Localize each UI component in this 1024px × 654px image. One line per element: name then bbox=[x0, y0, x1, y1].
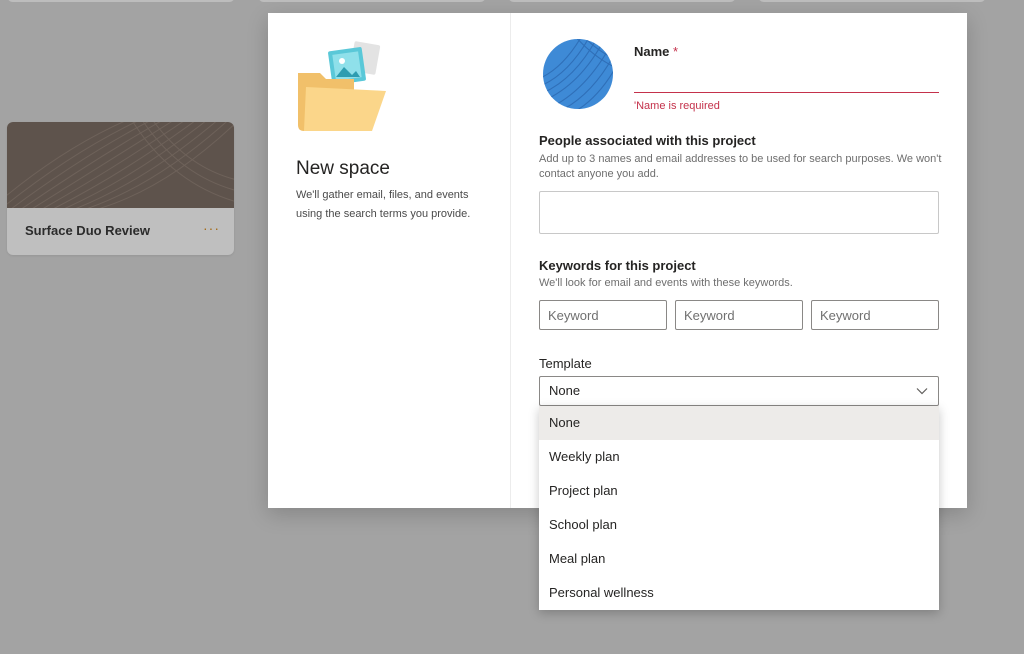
card-cover-image bbox=[7, 122, 234, 208]
keywords-help-text: We'll look for email and events with the… bbox=[539, 277, 793, 289]
background-card-top bbox=[508, 0, 736, 2]
people-help-text: Add up to 3 names and email addresses to… bbox=[539, 153, 942, 180]
space-avatar[interactable] bbox=[543, 39, 613, 109]
template-option-school-plan[interactable]: School plan bbox=[539, 508, 939, 542]
more-dots-icon[interactable]: ··· bbox=[203, 220, 220, 236]
template-option-project-plan[interactable]: Project plan bbox=[539, 474, 939, 508]
chevron-down-icon bbox=[916, 388, 928, 395]
folder-with-photo-icon bbox=[294, 39, 390, 135]
people-label: People associated with this project bbox=[539, 133, 756, 148]
people-input[interactable] bbox=[539, 191, 939, 234]
background-card-top bbox=[758, 0, 986, 2]
template-option-meal-plan[interactable]: Meal plan bbox=[539, 542, 939, 576]
keyword-input-1[interactable] bbox=[539, 300, 667, 330]
name-label: Name * bbox=[634, 44, 678, 59]
background-card-top bbox=[7, 0, 235, 2]
template-dropdown[interactable]: None bbox=[539, 376, 939, 406]
name-error-message: 'Name is required bbox=[634, 100, 720, 112]
required-marker: * bbox=[673, 44, 679, 59]
keyword-input-2[interactable] bbox=[675, 300, 803, 330]
card-title: Surface Duo Review bbox=[25, 223, 150, 238]
template-option-personal-wellness[interactable]: Personal wellness bbox=[539, 576, 939, 610]
dialog-left-pane: New space We'll gather email, files, and… bbox=[268, 13, 510, 508]
keyword-input-3[interactable] bbox=[811, 300, 939, 330]
dialog-title: New space bbox=[296, 158, 390, 179]
name-label-text: Name bbox=[634, 44, 670, 59]
template-selected-value: None bbox=[549, 383, 581, 398]
template-option-none[interactable]: None bbox=[539, 406, 939, 440]
template-option-weekly-plan[interactable]: Weekly plan bbox=[539, 440, 939, 474]
template-label: Template bbox=[539, 356, 592, 371]
template-options-list: None Weekly plan Project plan School pla… bbox=[539, 406, 939, 610]
dialog-description: We'll gather email, files, and events us… bbox=[296, 189, 471, 220]
project-card[interactable]: Surface Duo Review ··· bbox=[7, 122, 234, 255]
background-card-top bbox=[258, 0, 486, 2]
keywords-label: Keywords for this project bbox=[539, 258, 696, 273]
name-input[interactable] bbox=[634, 70, 939, 93]
